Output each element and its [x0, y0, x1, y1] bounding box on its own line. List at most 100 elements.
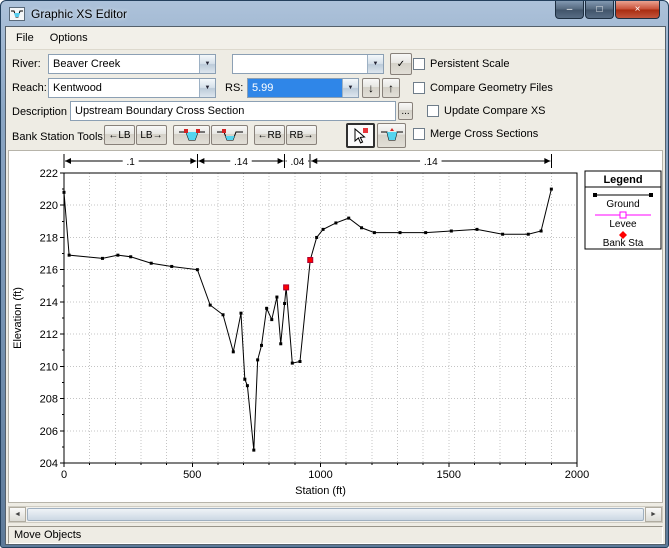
scroll-right-button[interactable]: ►: [645, 507, 662, 522]
reach-combo-value: Kentwood: [49, 79, 199, 97]
rs-label: RS:: [225, 78, 243, 98]
rs-down-button[interactable]: ↓: [362, 78, 380, 98]
arrow-up-icon: ↑: [388, 81, 394, 95]
horizontal-scrollbar[interactable]: ◄ ►: [8, 506, 663, 523]
chevron-down-icon[interactable]: ▼: [199, 79, 215, 97]
svg-text:Bank Sta: Bank Sta: [603, 238, 644, 249]
app-icon: [9, 7, 25, 21]
arrow-down-icon: ↓: [368, 81, 374, 95]
aux-check-button[interactable]: ✓: [390, 53, 412, 75]
xs-shape-full-icon: [178, 128, 206, 143]
aux-combo[interactable]: ▼: [232, 54, 384, 74]
remove-bank-stations-button[interactable]: [211, 125, 248, 145]
svg-text:1000: 1000: [308, 469, 332, 481]
description-label: Description: [12, 102, 67, 122]
pointer-tool-button[interactable]: [346, 123, 375, 148]
checkbox-box: [413, 82, 425, 94]
checkbox-persistent-scale[interactable]: Persistent Scale: [413, 57, 509, 71]
client-area: File Options River: Beaver Creek ▼ ▼ ✓ P…: [5, 26, 666, 545]
button-label: ←LB: [108, 130, 130, 141]
svg-text:500: 500: [183, 469, 201, 481]
scroll-right-icon: ►: [650, 511, 657, 518]
svg-text:210: 210: [40, 361, 58, 373]
description-more-button[interactable]: ...: [398, 102, 413, 120]
move-left-bank-left-button[interactable]: ←LB: [104, 125, 135, 145]
move-right-bank-right-button[interactable]: RB→: [286, 125, 317, 145]
rs-up-button[interactable]: ↑: [382, 78, 400, 98]
close-icon: ×: [635, 4, 641, 15]
ellipsis-icon: ...: [401, 106, 409, 117]
svg-text:Station (ft): Station (ft): [295, 485, 346, 497]
svg-text:.04: .04: [290, 157, 304, 168]
svg-text:Legend: Legend: [603, 174, 642, 186]
svg-text:Levee: Levee: [609, 219, 637, 230]
svg-text:0: 0: [61, 469, 67, 481]
xs-shape-low-icon: [216, 128, 244, 143]
aux-combo-value: [233, 55, 367, 73]
status-bar: Move Objects: [8, 526, 663, 544]
close-button[interactable]: ×: [615, 1, 660, 19]
window-title: Graphic XS Editor: [31, 7, 127, 21]
set-bank-stations-button[interactable]: [173, 125, 210, 145]
window-controls: – □ ×: [554, 1, 660, 19]
scroll-left-icon: ◄: [14, 511, 21, 518]
svg-text:212: 212: [40, 329, 58, 341]
maximize-button[interactable]: □: [585, 1, 614, 19]
scrollbar-thumb[interactable]: [27, 508, 644, 521]
button-label: LB→: [140, 130, 162, 141]
chevron-down-icon[interactable]: ▼: [342, 79, 358, 97]
check-icon: ✓: [397, 59, 405, 70]
reach-combo[interactable]: Kentwood ▼: [48, 78, 216, 98]
channel-adjust-tool-button[interactable]: [377, 123, 406, 148]
minimize-icon: –: [567, 4, 573, 15]
svg-text:.14: .14: [424, 157, 438, 168]
svg-text:2000: 2000: [565, 469, 589, 481]
svg-text:222: 222: [40, 168, 58, 180]
checkbox-box: [413, 128, 425, 140]
svg-text:Ground: Ground: [606, 199, 639, 210]
rs-combo[interactable]: 5.99 ▼: [247, 78, 359, 98]
svg-text:214: 214: [40, 297, 58, 309]
checkbox-compare-geometry-files[interactable]: Compare Geometry Files: [413, 81, 553, 95]
checkbox-box: [413, 58, 425, 70]
checkbox-label: Merge Cross Sections: [430, 128, 538, 140]
bank-station-tools-label: Bank Station Tools:: [12, 127, 106, 147]
move-left-bank-right-button[interactable]: LB→: [136, 125, 167, 145]
description-input[interactable]: [70, 101, 396, 121]
svg-text:204: 204: [40, 458, 58, 470]
button-label: ←RB: [258, 130, 282, 141]
svg-text:206: 206: [40, 426, 58, 438]
checkbox-label: Compare Geometry Files: [430, 82, 553, 94]
svg-text:1500: 1500: [437, 469, 461, 481]
chevron-down-icon[interactable]: ▼: [199, 55, 215, 73]
svg-text:.1: .1: [127, 157, 136, 168]
titlebar[interactable]: Graphic XS Editor – □ ×: [1, 1, 668, 26]
svg-text:.14: .14: [234, 157, 248, 168]
river-combo[interactable]: Beaver Creek ▼: [48, 54, 216, 74]
checkbox-box: [427, 105, 439, 117]
svg-text:208: 208: [40, 394, 58, 406]
move-right-bank-left-button[interactable]: ←RB: [254, 125, 285, 145]
checkbox-label: Update Compare XS: [444, 105, 546, 117]
checkbox-label: Persistent Scale: [430, 58, 509, 70]
cross-section-plot[interactable]: 0 500 1000 1500 2000 204 206 208 210 212 214 216 218…: [8, 150, 663, 503]
pointer-tool-icon: [352, 127, 369, 145]
rs-combo-value: 5.99: [248, 79, 342, 97]
channel-adjust-icon: [380, 127, 404, 144]
checkbox-merge-cross-sections[interactable]: Merge Cross Sections: [413, 127, 538, 141]
river-label: River:: [12, 54, 41, 74]
svg-text:220: 220: [40, 200, 58, 212]
chevron-down-icon[interactable]: ▼: [367, 55, 383, 73]
svg-text:216: 216: [40, 265, 58, 277]
button-label: RB→: [290, 130, 314, 141]
svg-text:218: 218: [40, 232, 58, 244]
scroll-left-button[interactable]: ◄: [9, 507, 26, 522]
xs-chart-svg: 0 500 1000 1500 2000 204 206 208 210 212 214 216 218…: [9, 151, 662, 502]
minimize-button[interactable]: –: [555, 1, 584, 19]
graphic-xs-editor-window: Graphic XS Editor – □ × File Options Riv…: [0, 0, 669, 548]
menu-options[interactable]: Options: [42, 28, 96, 48]
checkbox-update-compare-xs[interactable]: Update Compare XS: [427, 104, 546, 118]
menu-file[interactable]: File: [8, 28, 42, 48]
svg-text:Elevation (ft): Elevation (ft): [12, 287, 24, 349]
reach-label: Reach:: [12, 78, 47, 98]
